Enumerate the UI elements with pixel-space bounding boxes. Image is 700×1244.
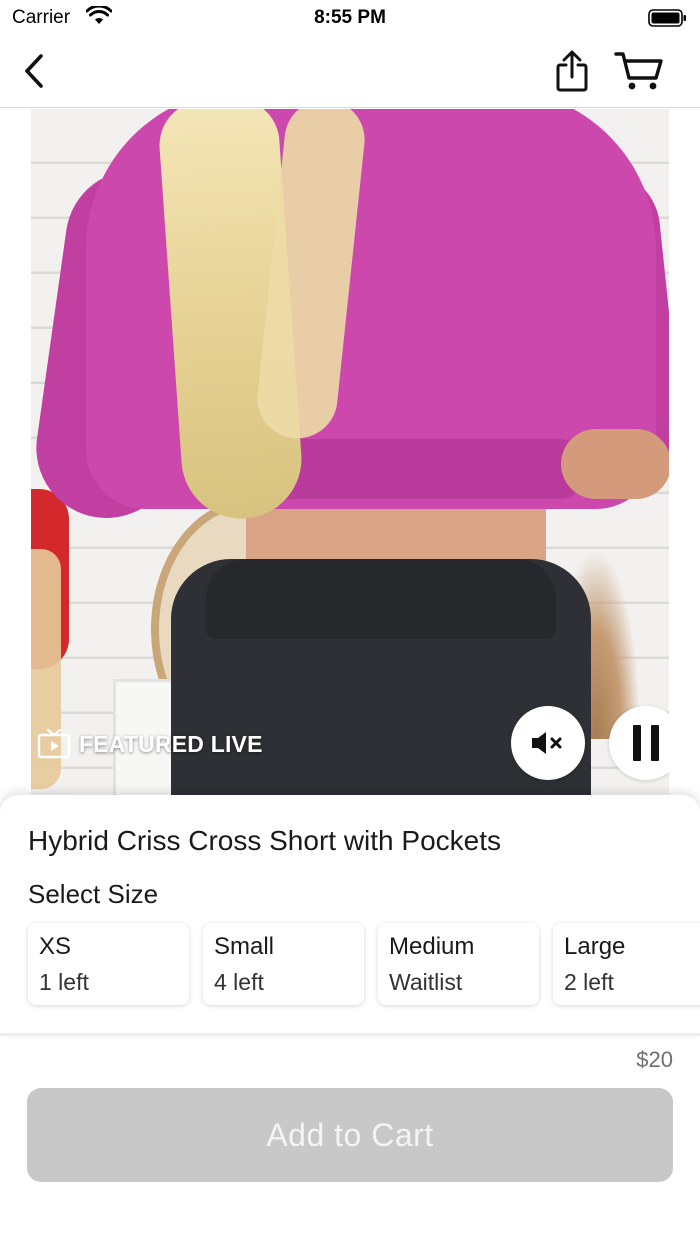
size-name: Medium <box>389 933 475 960</box>
product-sheet: Hybrid Criss Cross Short with Pockets Se… <box>0 795 700 1035</box>
size-option-medium[interactable]: Medium Waitlist <box>378 923 539 1005</box>
size-option-xs[interactable]: XS 1 left <box>28 923 189 1005</box>
pause-icon <box>633 725 659 761</box>
divider <box>0 1033 700 1036</box>
size-stock: 1 left <box>39 969 89 995</box>
product-price: $20 <box>636 1047 673 1072</box>
cart-icon <box>614 52 663 90</box>
status-time: 8:55 PM <box>314 7 386 28</box>
size-name: Large <box>564 933 626 960</box>
size-name: Small <box>214 933 275 960</box>
featured-live-label: FEATURED LIVE <box>79 730 263 757</box>
size-option-large[interactable]: Large 2 left <box>553 923 700 1005</box>
featured-live-badge: FEATURED LIVE <box>37 729 263 759</box>
share-icon <box>556 50 588 92</box>
mute-button[interactable] <box>511 706 585 780</box>
product-title: Hybrid Criss Cross Short with Pockets <box>28 825 502 856</box>
add-to-cart-button[interactable]: Add to Cart <box>27 1088 673 1182</box>
size-stock: Waitlist <box>389 969 463 995</box>
navigation-bar <box>0 36 700 108</box>
battery-icon <box>648 8 688 33</box>
status-bar: Carrier 8:55 PM <box>0 0 700 36</box>
size-name: XS <box>39 933 72 960</box>
size-stock: 2 left <box>564 969 614 995</box>
video-hand <box>561 429 669 499</box>
size-stock: 4 left <box>214 969 264 995</box>
size-options: XS 1 left Small 4 left Medium Waitlist L… <box>28 923 700 1005</box>
back-button[interactable] <box>10 36 58 106</box>
live-video-player[interactable]: FEATURED LIVE <box>31 109 669 809</box>
speaker-muted-icon <box>532 732 562 754</box>
share-button[interactable] <box>546 36 598 106</box>
tv-play-icon <box>37 729 71 759</box>
video-waistband <box>206 559 556 639</box>
cart-button[interactable] <box>608 36 670 106</box>
size-option-small[interactable]: Small 4 left <box>203 923 364 1005</box>
select-size-heading: Select Size <box>28 879 159 909</box>
chevron-left-icon <box>25 54 43 88</box>
